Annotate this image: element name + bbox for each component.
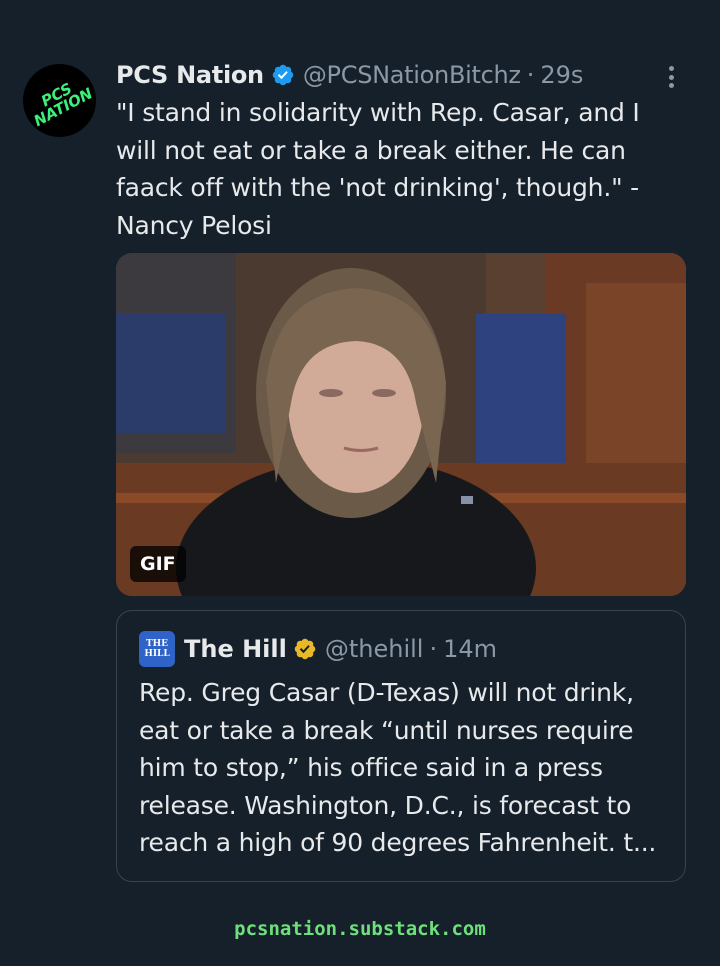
author-handle[interactable]: @PCSNationBitchz <box>303 61 521 89</box>
tweet-text: "I stand in solidarity with Rep. Casar, … <box>116 98 640 240</box>
quoted-avatar-text-bottom: HILL <box>144 649 170 659</box>
quoted-tweet-header: THE HILL The Hill @thehill · 14m <box>139 631 497 667</box>
watermark-url: pcsnation.substack.com <box>234 918 486 940</box>
tweet-timestamp[interactable]: 29s <box>540 61 583 89</box>
quoted-avatar-text-top: THE <box>145 639 169 649</box>
quoted-author-display-name[interactable]: The Hill <box>184 635 287 663</box>
gold-verified-badge-icon <box>294 638 316 660</box>
header-separator: · <box>526 61 535 89</box>
tweet-header: PCS Nation @PCSNationBitchz · 29s <box>116 58 700 92</box>
tweet-media-gif[interactable] <box>116 253 686 596</box>
avatar-logo-text: PCS NATION <box>30 78 96 130</box>
more-options-icon[interactable] <box>662 62 680 92</box>
gif-badge: GIF <box>130 546 186 582</box>
quoted-tweet-card[interactable]: THE HILL The Hill @thehill · 14m Rep. Gr… <box>116 610 686 882</box>
quoted-tweet-timestamp[interactable]: 14m <box>443 635 497 663</box>
author-display-name[interactable]: PCS Nation <box>116 61 264 89</box>
author-avatar[interactable]: PCS NATION <box>23 64 96 137</box>
quoted-author-handle[interactable]: @thehill <box>325 635 424 663</box>
quoted-header-separator: · <box>429 635 438 663</box>
verified-badge-icon <box>272 64 294 86</box>
gif-frame-illustration <box>116 253 686 596</box>
quoted-author-avatar[interactable]: THE HILL <box>139 631 175 667</box>
quoted-tweet-text: Rep. Greg Casar (D-Texas) will not drink… <box>139 678 657 857</box>
